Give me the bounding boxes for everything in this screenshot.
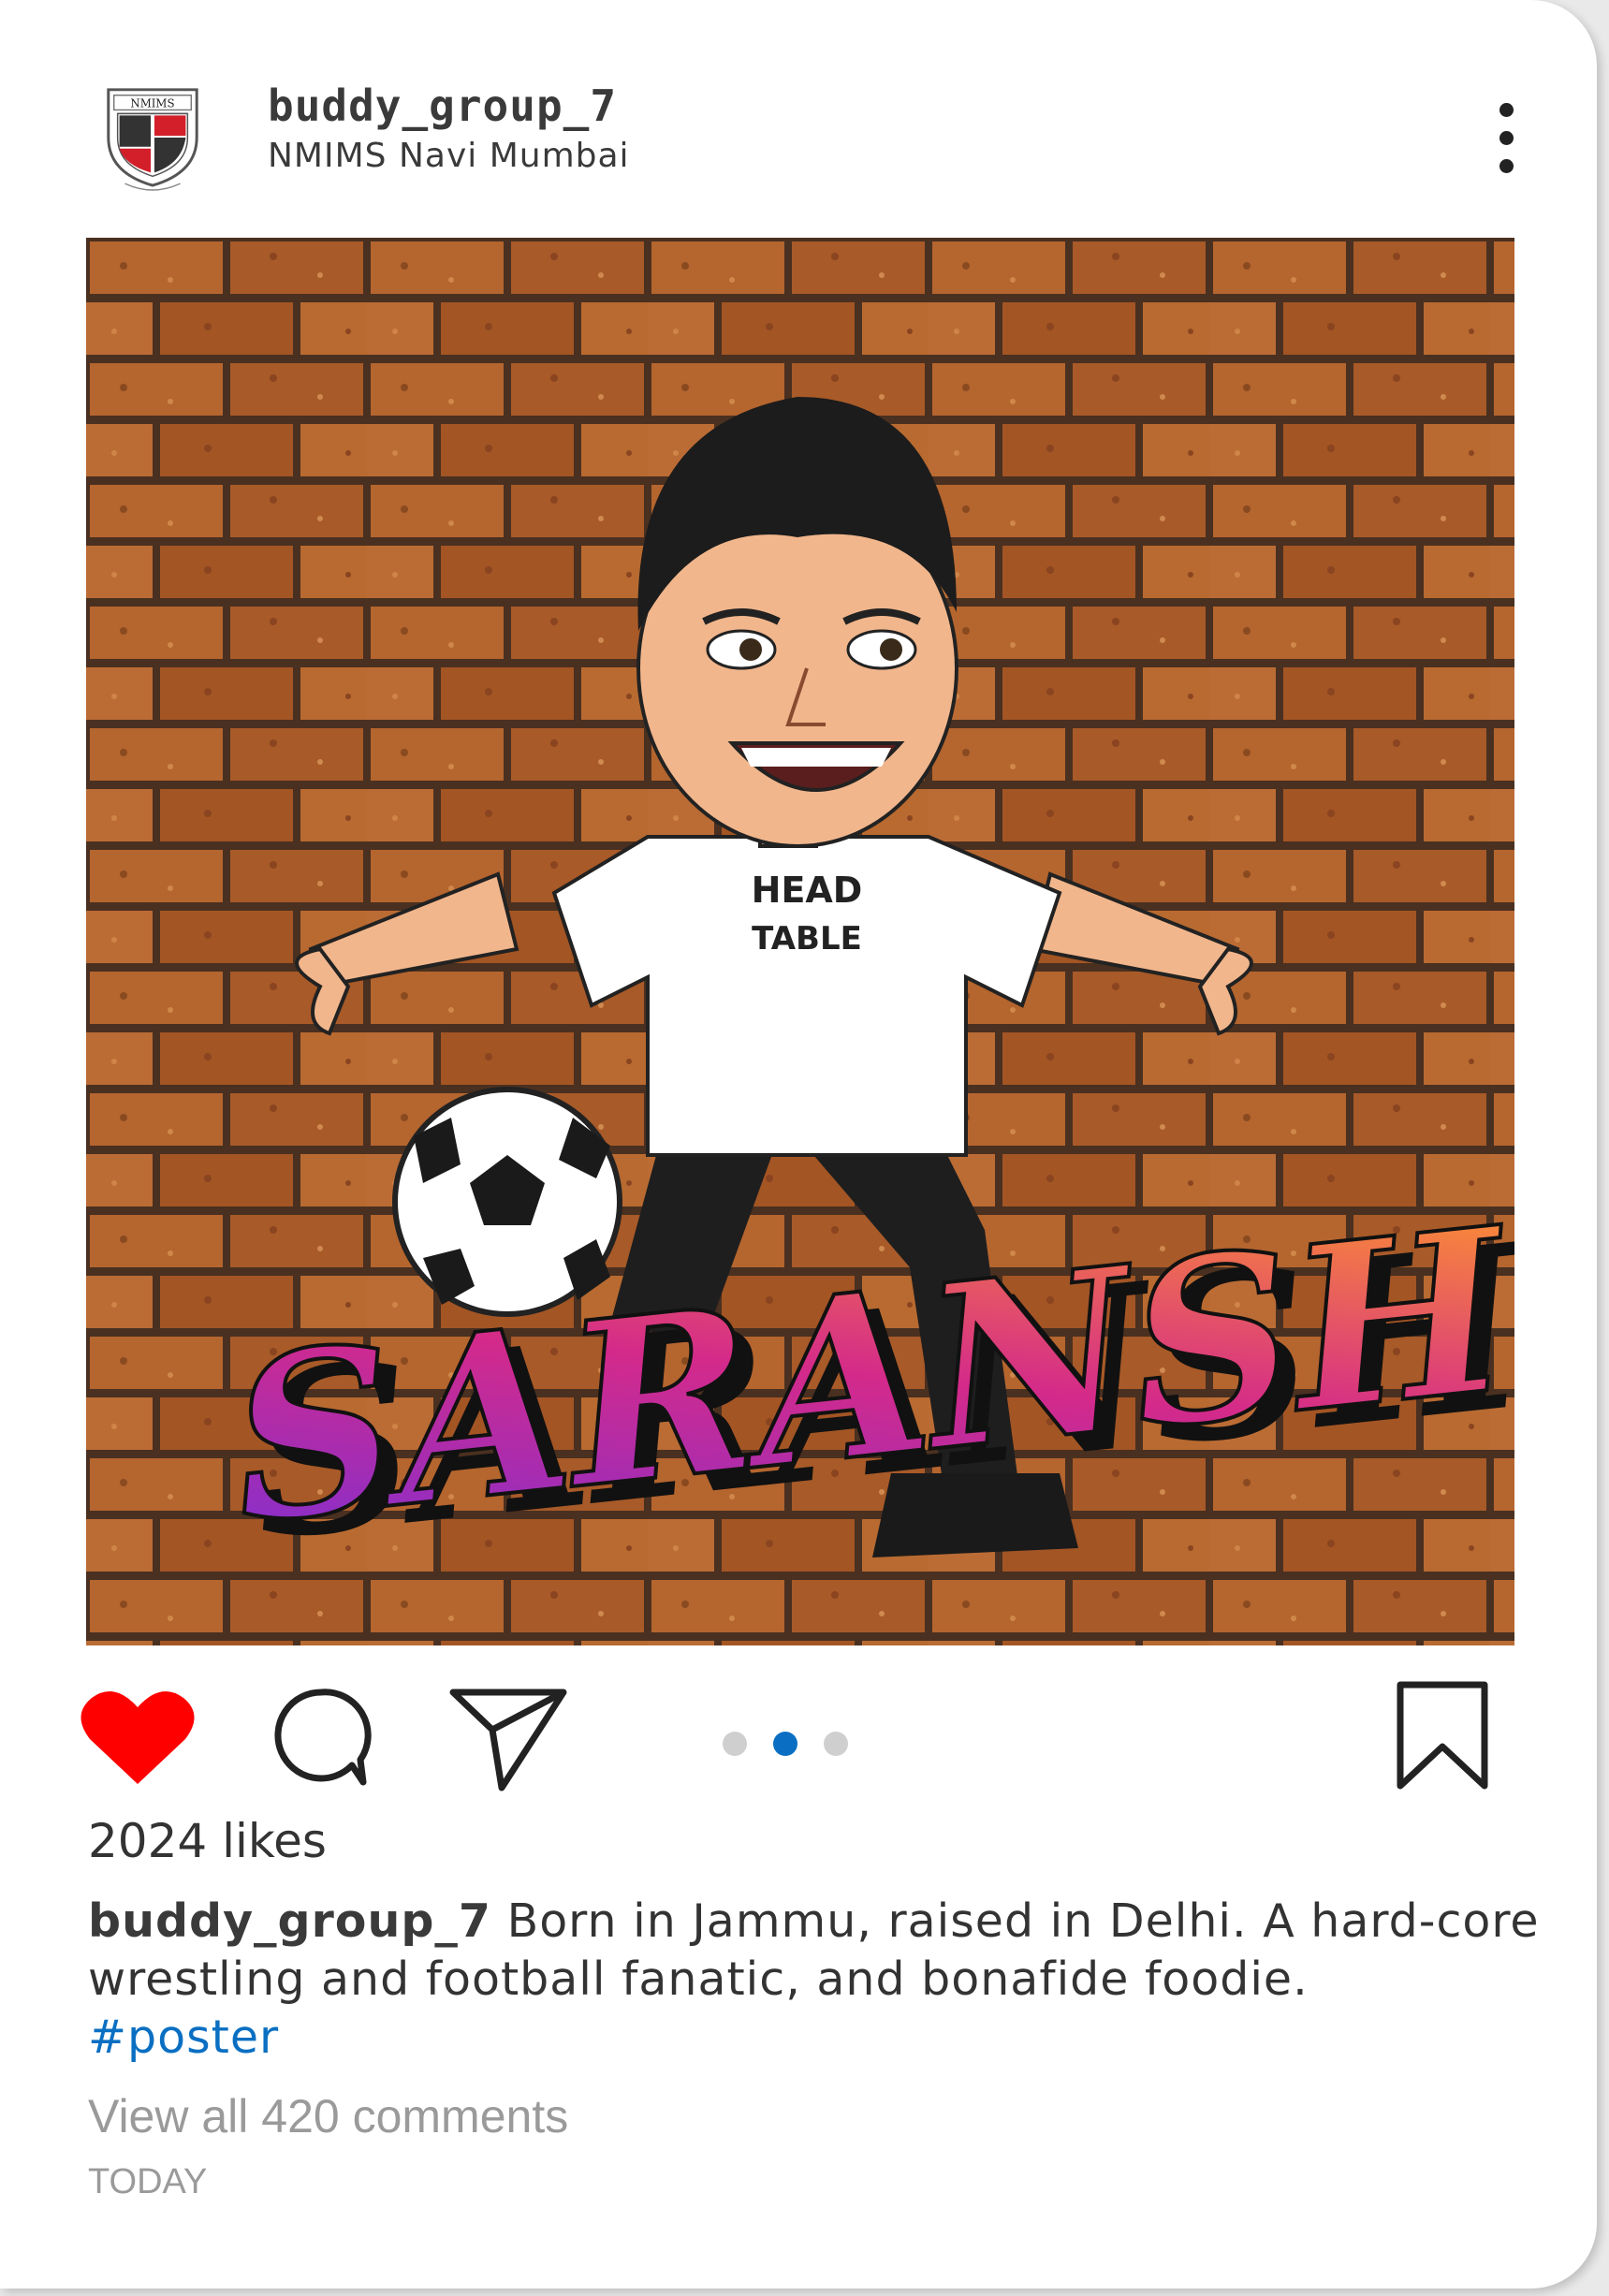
nmims-logo-avatar[interactable]: NMIMS — [97, 80, 208, 191]
post-location[interactable]: NMIMS Navi Mumbai — [268, 137, 630, 175]
post-date: TODAY — [88, 2162, 208, 2201]
bookmark-icon[interactable] — [1393, 1679, 1492, 1791]
carousel-dot[interactable] — [824, 1732, 848, 1756]
heart-icon[interactable] — [79, 1687, 197, 1788]
comment-bubble-icon[interactable] — [270, 1685, 373, 1788]
carousel-dot-active[interactable] — [773, 1732, 797, 1756]
post-caption: buddy_group_7 Born in Jammu, raised in D… — [88, 1893, 1548, 2067]
post-image[interactable]: HEAD TABLE SARANSH SARANSH — [86, 238, 1514, 1645]
carousel-indicator — [723, 1732, 854, 1760]
hashtag-link[interactable]: #poster — [88, 2011, 279, 2064]
view-comments-link[interactable]: View all 420 comments — [88, 2089, 568, 2143]
post-username[interactable]: buddy_group_7 — [268, 80, 617, 131]
post-header: NMIMS buddy_group_7 NMIMS Navi Mumbai — [0, 0, 1597, 234]
caption-username[interactable]: buddy_group_7 — [88, 1894, 491, 1948]
carousel-dot[interactable] — [723, 1732, 747, 1756]
more-vertical-icon[interactable] — [1488, 101, 1526, 176]
likes-count[interactable]: 2024 likes — [88, 1814, 327, 1868]
logo-text: NMIMS — [130, 97, 174, 110]
shirt-text-table: TABLE — [752, 920, 862, 958]
paper-plane-icon[interactable] — [447, 1685, 571, 1793]
post-card: NMIMS buddy_group_7 NMIMS Navi Mumbai HE… — [0, 0, 1597, 2289]
shirt-text-head: HEAD — [752, 870, 863, 911]
